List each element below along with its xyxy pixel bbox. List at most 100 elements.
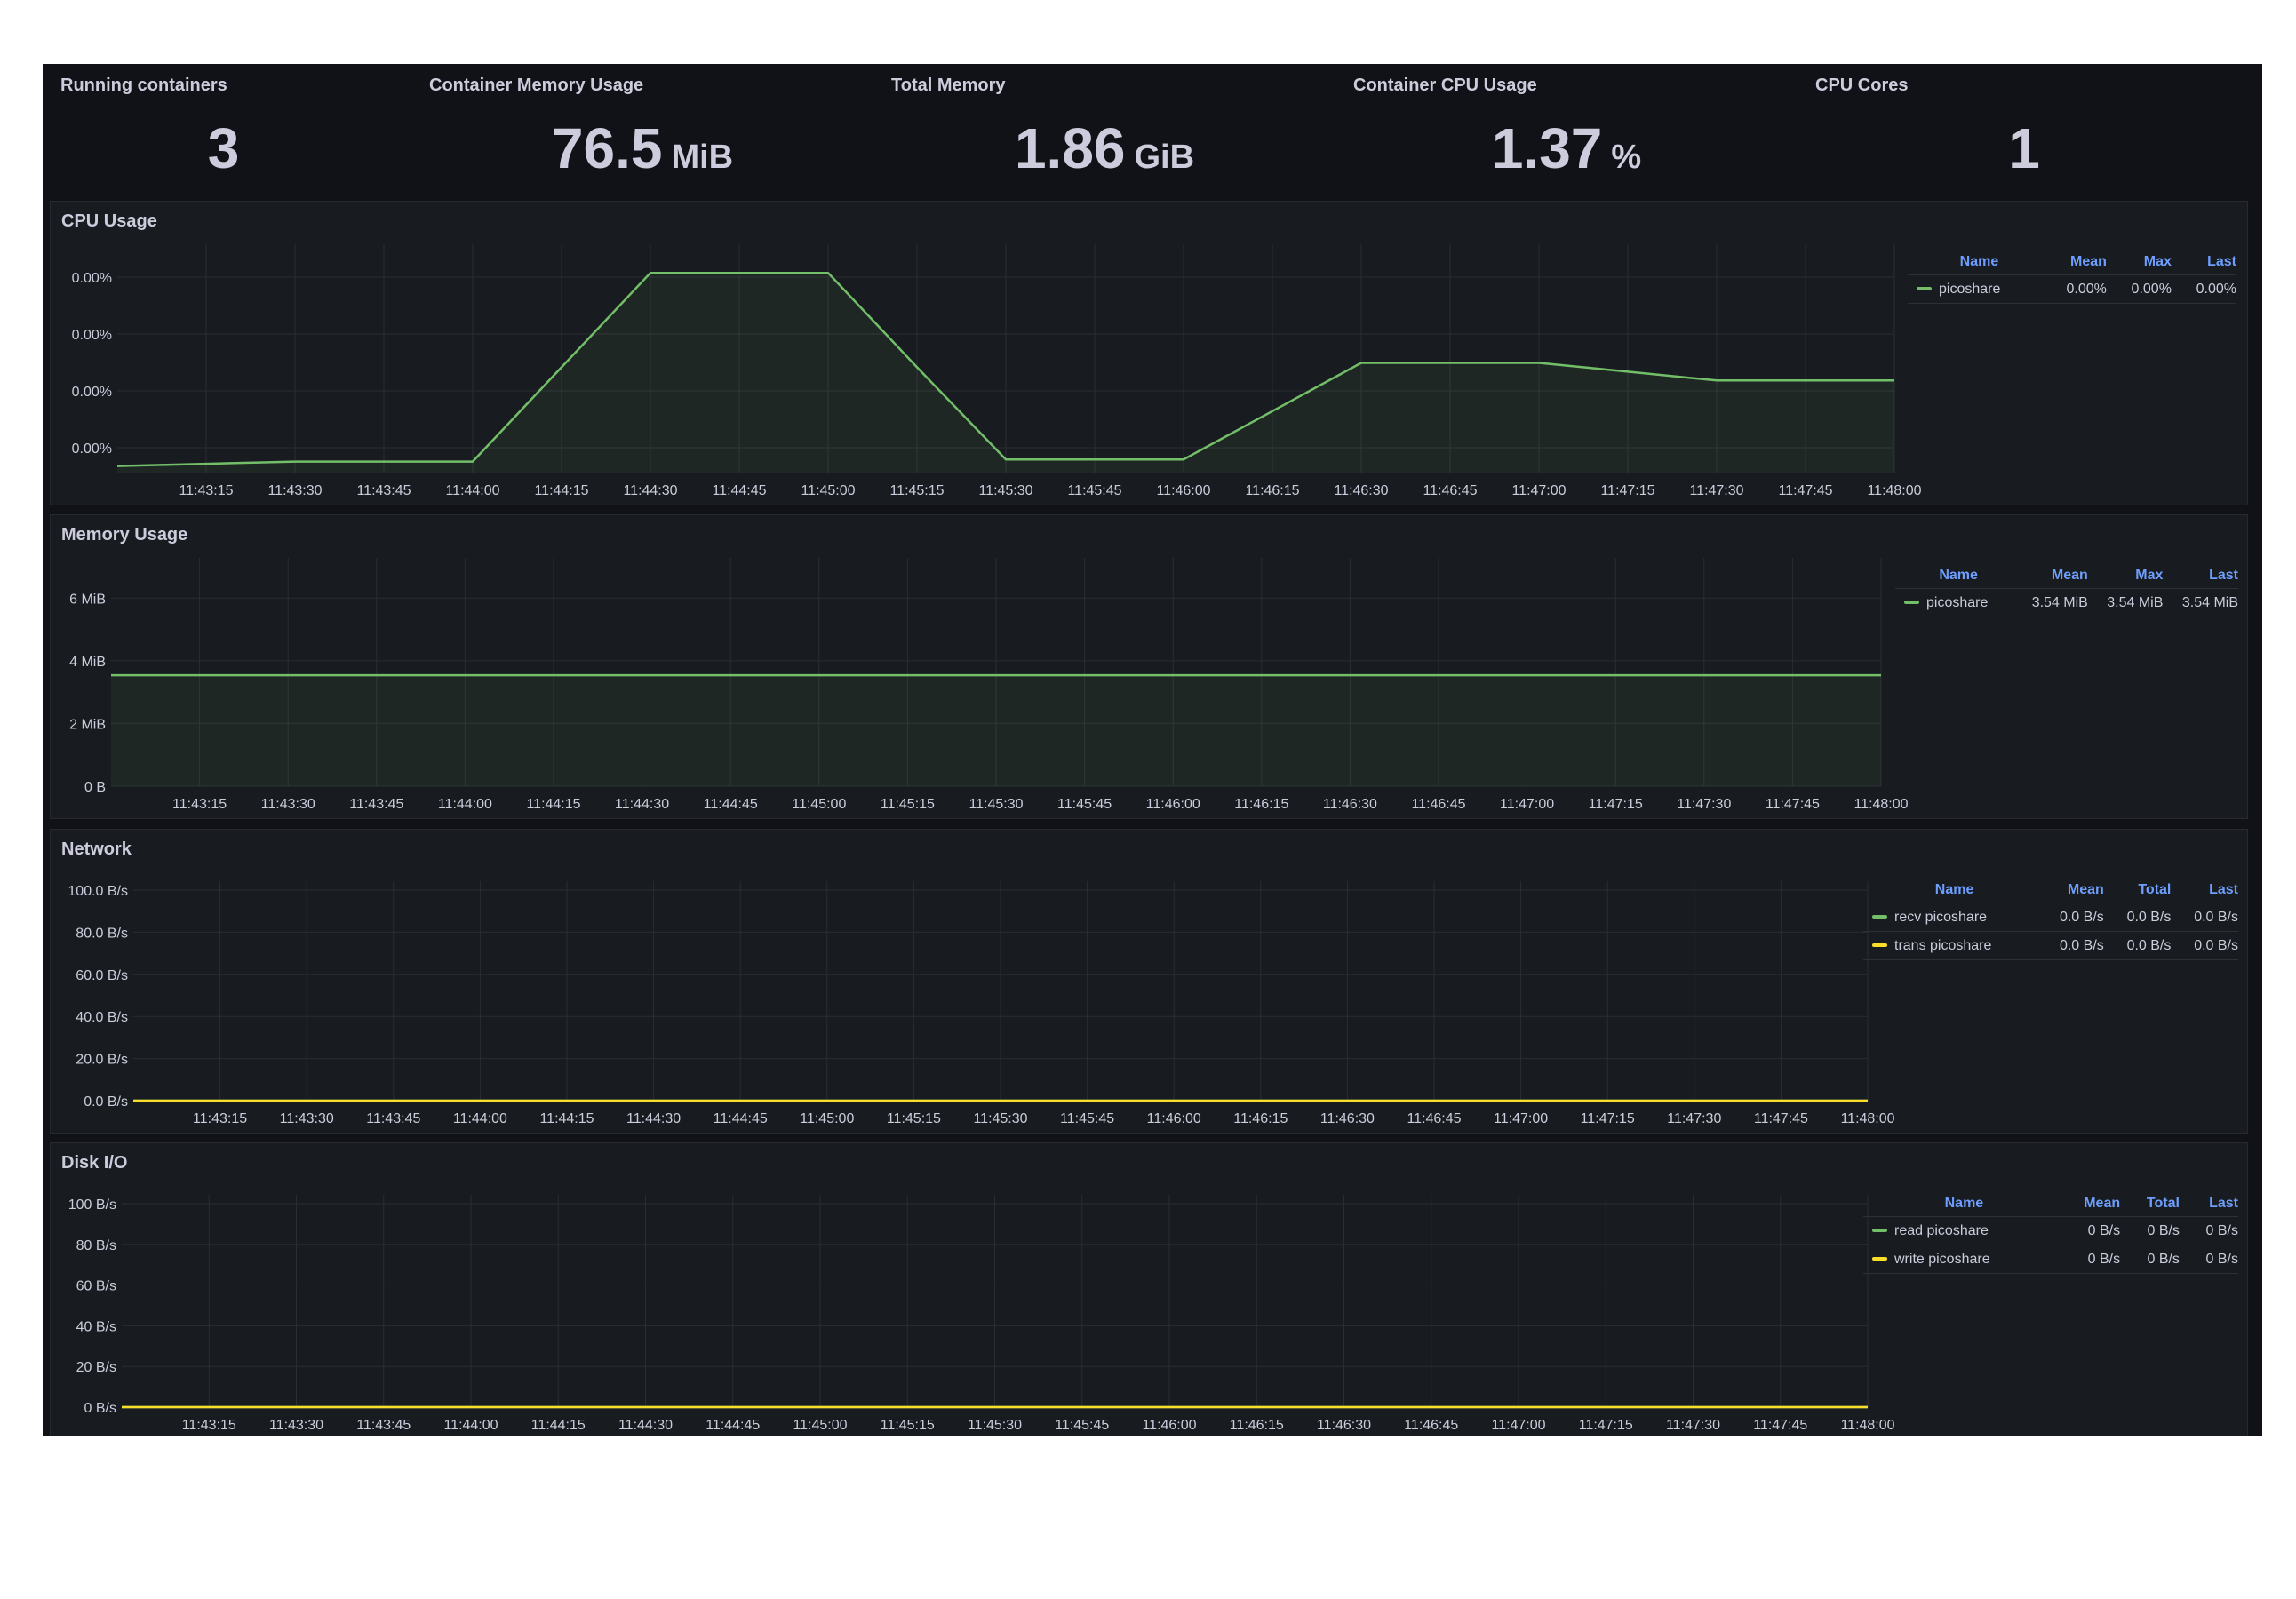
x-tick-label: 11:47:45 <box>1753 1418 1807 1433</box>
x-tick-label: 11:45:45 <box>1067 483 1121 498</box>
y-tick-label: 0 B <box>84 780 106 795</box>
x-tick-label: 11:44:30 <box>618 1418 673 1433</box>
legend-row[interactable]: write picoshare 0 B/s 0 B/s 0 B/s <box>1863 1245 2238 1274</box>
legend-series-name[interactable]: recv picoshare <box>1863 903 2037 932</box>
x-tick-label: 11:47:45 <box>1778 483 1832 498</box>
legend-header-last[interactable]: Last <box>2179 1191 2238 1217</box>
x-tick-label: 11:44:00 <box>443 1418 498 1433</box>
x-tick-label: 11:47:30 <box>1677 797 1731 812</box>
legend-max-value: 0.00% <box>2106 274 2172 304</box>
y-tick-label: 20.0 B/s <box>76 1053 128 1068</box>
x-tick-label: 11:44:15 <box>531 1418 586 1433</box>
legend-header-mean[interactable]: Mean <box>2013 563 2088 589</box>
x-tick-label: 11:43:45 <box>349 797 403 812</box>
stat-title: CPU Cores <box>1815 76 1909 95</box>
x-tick-label: 11:46:30 <box>1323 797 1377 812</box>
legend-total-value: 0.0 B/s <box>2103 931 2172 960</box>
x-tick-label: 11:47:15 <box>1589 797 1643 812</box>
y-tick-label: 40 B/s <box>76 1319 116 1334</box>
x-tick-label: 11:45:45 <box>1057 797 1112 812</box>
stat-container-memory-usage[interactable]: Container Memory Usage 76.5 MiB <box>411 64 873 197</box>
x-tick-label: 11:46:00 <box>1147 1111 1201 1126</box>
legend-header-max[interactable]: Max <box>2087 563 2164 589</box>
legend-last-value: 0.0 B/s <box>2171 931 2238 960</box>
disk-io-panel[interactable]: Disk I/O 11:43:15 11:43:30 11:43:45 11:44:0… <box>50 1142 2248 1436</box>
stat-running-containers[interactable]: Running containers 3 <box>43 64 413 197</box>
x-tick-label: 11:43:45 <box>356 483 411 498</box>
legend-series-name[interactable]: picoshare <box>1908 274 2042 304</box>
legend-row[interactable]: picoshare 3.54 MiB 3.54 MiB 3.54 MiB <box>1895 588 2238 617</box>
y-tick-label: 0.00% <box>72 271 112 286</box>
legend-header-total[interactable]: Total <box>2103 878 2172 903</box>
y-tick-label: 6 MiB <box>69 592 106 607</box>
legend-header-mean[interactable]: Mean <box>2055 1191 2121 1217</box>
legend-series-name[interactable]: read picoshare <box>1863 1216 2056 1245</box>
stat-cpu-cores[interactable]: CPU Cores 1 <box>1798 64 2260 197</box>
x-tick-label: 11:48:00 <box>1854 797 1908 812</box>
x-tick-label: 11:45:30 <box>968 1418 1022 1433</box>
legend-header-mean[interactable]: Mean <box>2041 250 2107 275</box>
x-tick-label: 11:48:00 <box>1840 1418 1894 1433</box>
legend-last-value: 3.54 MiB <box>2163 588 2238 617</box>
x-tick-label: 11:44:30 <box>615 797 669 812</box>
legend-header-name[interactable]: Name <box>1863 878 2037 903</box>
stat-number: 1.37 <box>1491 116 1603 180</box>
legend-series-name[interactable]: picoshare <box>1895 588 2013 617</box>
legend-row[interactable]: recv picoshare 0.0 B/s 0.0 B/s 0.0 B/s <box>1863 903 2238 932</box>
x-tick-label: 11:46:15 <box>1245 483 1299 498</box>
legend-last-value: 0 B/s <box>2179 1216 2238 1245</box>
x-tick-label: 11:47:45 <box>1754 1111 1808 1126</box>
memory-usage-panel[interactable]: Memory Usage 11:43:15 11:43:30 11:43:45 11:… <box>50 514 2248 819</box>
stat-unit: % <box>1611 139 1642 176</box>
stat-container-cpu-usage[interactable]: Container CPU Usage 1.37% <box>1335 64 1798 197</box>
x-tick-label: 11:43:30 <box>280 1111 334 1126</box>
legend-row[interactable]: picoshare 0.00% 0.00% 0.00% <box>1908 274 2236 304</box>
x-tick-label: 11:45:30 <box>978 483 1032 498</box>
x-tick-label: 11:43:45 <box>356 1418 411 1433</box>
x-tick-label: 11:45:30 <box>969 797 1023 812</box>
stat-total-memory[interactable]: Total Memory 1.86 GiB <box>873 64 1335 197</box>
cpu-legend-table[interactable]: Name Mean Max Last picoshare 0.00% 0.00%… <box>1908 250 2236 304</box>
legend-row[interactable]: read picoshare 0 B/s 0 B/s 0 B/s <box>1863 1216 2238 1245</box>
legend-header-last[interactable]: Last <box>2163 563 2238 589</box>
legend-header-name[interactable]: Name <box>1895 563 2013 589</box>
legend-header-total[interactable]: Total <box>2120 1191 2180 1217</box>
memory-usage-chart: 11:43:15 11:43:30 11:43:45 11:44:00 11:44:15… <box>69 558 1909 812</box>
legend-header-last[interactable]: Last <box>2171 250 2236 275</box>
y-tick-label: 0.00% <box>72 328 112 343</box>
legend-header-name[interactable]: Name <box>1908 250 2042 275</box>
memory-legend-table[interactable]: Name Mean Max Last picoshare 3.54 MiB 3.… <box>1895 563 2238 617</box>
x-tick-label: 11:46:00 <box>1146 797 1200 812</box>
y-tick-label: 80 B/s <box>76 1238 116 1253</box>
x-tick-label: 11:46:45 <box>1407 1111 1461 1126</box>
legend-max-value: 3.54 MiB <box>2087 588 2164 617</box>
x-tick-label: 11:46:15 <box>1234 797 1288 812</box>
x-tick-label: 11:43:30 <box>269 1418 323 1433</box>
x-tick-label: 11:47:00 <box>1500 797 1554 812</box>
legend-header-mean[interactable]: Mean <box>2037 878 2104 903</box>
legend-total-value: 0 B/s <box>2120 1245 2180 1274</box>
y-tick-label: 2 MiB <box>69 717 106 732</box>
x-tick-label: 11:46:45 <box>1404 1418 1458 1433</box>
legend-header-max[interactable]: Max <box>2106 250 2172 275</box>
legend-header-name[interactable]: Name <box>1863 1191 2056 1217</box>
x-tick-label: 11:47:00 <box>1511 483 1566 498</box>
cpu-usage-panel[interactable]: CPU Usage 11:43:15 11:43:30 11:43:45 11:44:… <box>50 201 2248 505</box>
legend-mean-value: 0 B/s <box>2055 1216 2121 1245</box>
x-tick-label: 11:44:45 <box>704 797 758 812</box>
series-swatch <box>1872 1229 1887 1233</box>
y-tick-label: 100.0 B/s <box>68 884 128 899</box>
disk-io-chart: 11:43:15 11:43:30 11:43:45 11:44:00 11:44:15… <box>68 1195 1895 1433</box>
x-tick-label: 11:45:15 <box>881 1418 935 1433</box>
legend-series-name[interactable]: trans picoshare <box>1863 931 2037 960</box>
legend-series-name[interactable]: write picoshare <box>1863 1245 2056 1274</box>
cpu-usage-chart: 11:43:15 11:43:30 11:43:45 11:44:00 11:44:15… <box>72 244 1922 498</box>
legend-header-last[interactable]: Last <box>2171 878 2238 903</box>
disk-legend-table[interactable]: Name Mean Total Last read picoshare 0 B/… <box>1863 1191 2238 1274</box>
legend-row[interactable]: trans picoshare 0.0 B/s 0.0 B/s 0.0 B/s <box>1863 931 2238 960</box>
network-legend-table[interactable]: Name Mean Total Last recv picoshare 0.0 … <box>1863 878 2238 960</box>
x-tick-label: 11:48:00 <box>1867 483 1921 498</box>
series-label: picoshare <box>1926 594 1989 610</box>
network-panel[interactable]: Network 11:43:15 11:43:30 11:43:45 11:44:00… <box>50 829 2248 1134</box>
y-tick-label: 0 B/s <box>84 1401 116 1416</box>
